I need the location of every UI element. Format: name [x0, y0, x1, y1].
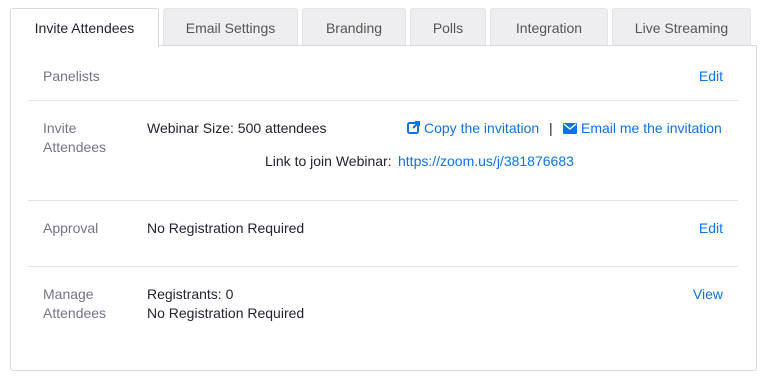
approval-label: Approval	[43, 220, 99, 236]
copy-icon	[407, 120, 420, 139]
divider	[28, 266, 738, 267]
tab-bar: Invite Attendees Email Settings Branding…	[0, 0, 764, 47]
join-webinar-url[interactable]: https://zoom.us/j/381876683	[398, 152, 574, 171]
envelope-icon	[563, 120, 577, 139]
tab-label: Email Settings	[185, 19, 276, 36]
invite-attendees-label: Invite Attendees	[43, 120, 107, 155]
approval-value: No Registration Required	[147, 220, 305, 236]
manage-attendees-label: Manage Attendees	[43, 286, 107, 321]
tab-email-settings[interactable]: Email Settings	[163, 8, 298, 46]
tab-label: Live Streaming	[634, 19, 729, 36]
tab-branding[interactable]: Branding	[302, 8, 406, 46]
copy-invitation-label: Copy the invitation	[424, 120, 540, 136]
tab-invite-attendees[interactable]: Invite Attendees	[10, 8, 159, 47]
tab-live-streaming[interactable]: Live Streaming	[612, 8, 751, 46]
webinar-size: Webinar Size: 500 attendees	[147, 120, 327, 136]
approval-edit-link[interactable]: Edit	[699, 219, 723, 238]
separator: |	[549, 120, 553, 136]
panelists-edit-link[interactable]: Edit	[699, 67, 723, 86]
copy-invitation-link[interactable]: Copy the invitation	[407, 119, 539, 139]
divider	[28, 100, 738, 101]
panelists-label: Panelists	[43, 68, 100, 84]
tab-label: Integration	[515, 19, 583, 36]
tab-label: Polls	[432, 19, 464, 36]
tab-integration[interactable]: Integration	[490, 8, 608, 46]
tab-label: Invite Attendees	[34, 20, 135, 36]
manage-view-link[interactable]: View	[693, 285, 723, 304]
email-invitation-link[interactable]: Email me the invitation	[563, 119, 722, 139]
registrants-count: Registrants: 0	[147, 286, 234, 302]
join-link-label: Link to join Webinar:	[265, 153, 392, 169]
tab-label: Branding	[325, 19, 383, 36]
email-invitation-label: Email me the invitation	[581, 120, 722, 136]
divider	[28, 200, 738, 201]
tab-polls[interactable]: Polls	[410, 8, 486, 46]
manage-registration-value: No Registration Required	[147, 305, 305, 321]
